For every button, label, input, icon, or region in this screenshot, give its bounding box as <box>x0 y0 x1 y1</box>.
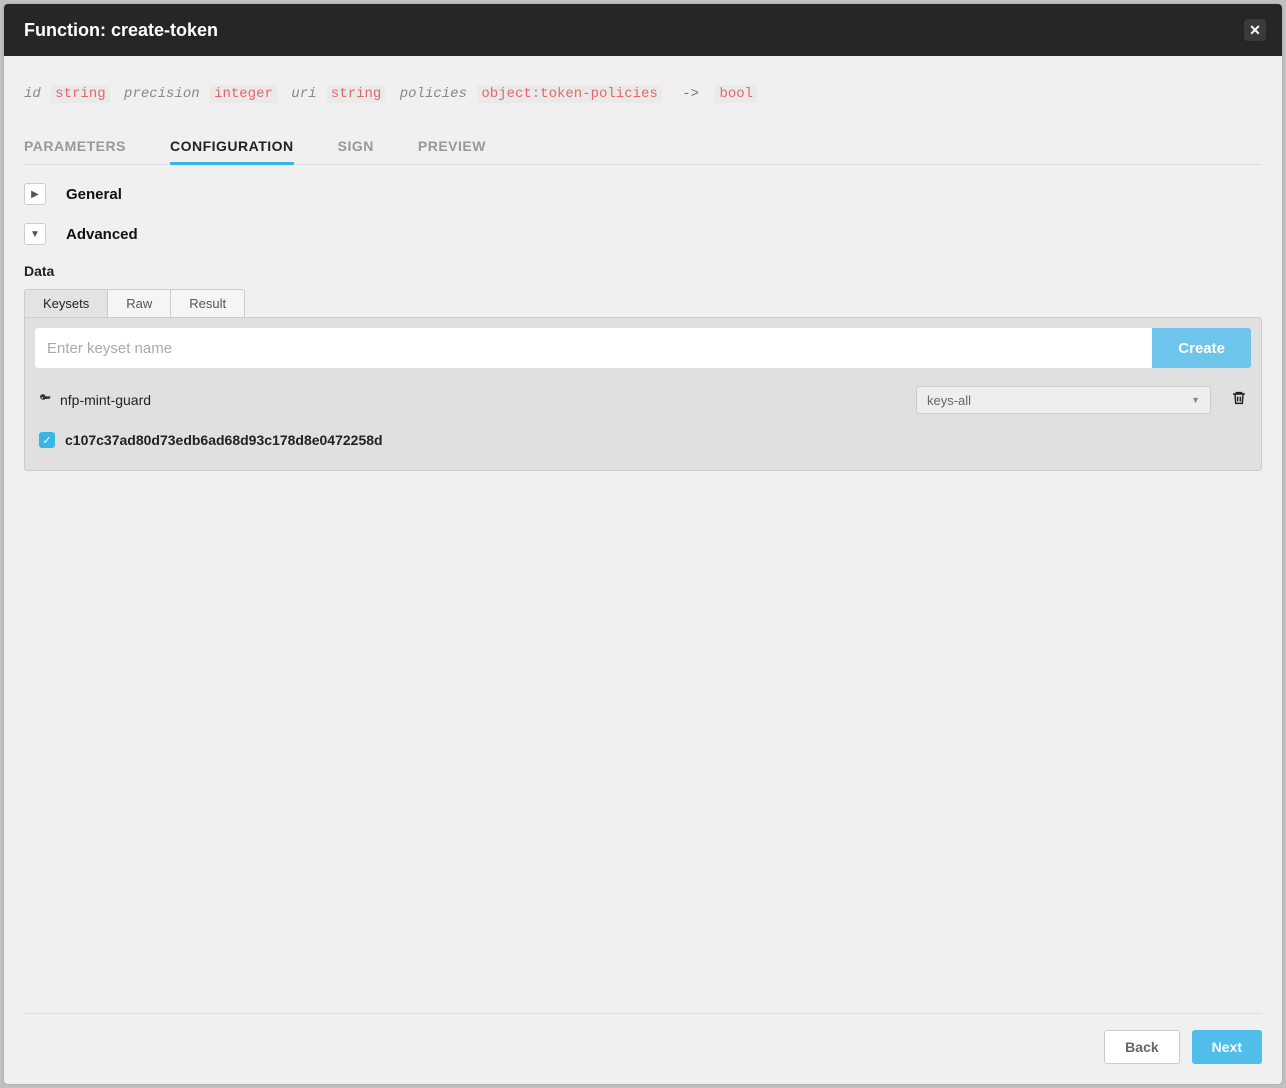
tab-configuration[interactable]: CONFIGURATION <box>170 132 294 164</box>
expand-toggle-advanced[interactable]: ▼ <box>24 223 46 245</box>
tab-preview[interactable]: PREVIEW <box>418 132 486 164</box>
key-hash: c107c37ad80d73edb6ad68d93c178d8e0472258d <box>65 432 383 448</box>
sig-param-name: id <box>24 86 41 102</box>
sig-param-name: policies <box>400 86 467 102</box>
key-checkbox[interactable]: ✓ <box>39 432 55 448</box>
check-icon: ✓ <box>42 434 51 447</box>
chevron-down-icon: ▼ <box>1191 395 1200 405</box>
predicate-value: keys-all <box>927 393 971 408</box>
function-signature: id string precision integer uri string p… <box>24 76 1262 132</box>
sig-param-name: uri <box>291 86 316 102</box>
keyset-row: nfp-mint-guard keys-all ▼ <box>35 386 1251 414</box>
keyset-name-input[interactable] <box>35 328 1152 368</box>
keyset-right: keys-all ▼ <box>916 386 1247 414</box>
tab-sign[interactable]: SIGN <box>338 132 374 164</box>
subtab-raw[interactable]: Raw <box>108 289 171 317</box>
keyset-left: nfp-mint-guard <box>39 392 151 408</box>
sig-param-type: string <box>327 85 385 103</box>
predicate-select[interactable]: keys-all ▼ <box>916 386 1211 414</box>
close-button[interactable]: ✕ <box>1244 19 1266 41</box>
modal-header: Function: create-token ✕ <box>4 4 1282 56</box>
data-panel: Create nfp-mint-guard keys-all ▼ <box>24 317 1262 471</box>
tab-parameters[interactable]: PARAMETERS <box>24 132 126 164</box>
modal-footer: Back Next <box>24 1013 1262 1064</box>
subtab-keysets[interactable]: Keysets <box>24 289 108 317</box>
sig-param-type: object:token-policies <box>477 85 661 103</box>
modal-title: Function: create-token <box>24 20 218 41</box>
section-general: ▶ General <box>24 183 1262 205</box>
sig-param-type: string <box>51 85 109 103</box>
data-subtabs: Keysets Raw Result <box>24 289 1262 317</box>
create-keyset-row: Create <box>35 328 1251 368</box>
sig-arrow: -> <box>682 86 699 102</box>
sig-param-type: integer <box>210 85 277 103</box>
modal-body: id string precision integer uri string p… <box>4 56 1282 1084</box>
trash-icon[interactable] <box>1231 390 1247 411</box>
expand-toggle-general[interactable]: ▶ <box>24 183 46 205</box>
section-title-advanced: Advanced <box>66 226 138 243</box>
create-button[interactable]: Create <box>1152 328 1251 368</box>
back-button[interactable]: Back <box>1104 1030 1179 1064</box>
key-icon <box>39 392 52 408</box>
data-label: Data <box>24 263 1262 279</box>
section-advanced: ▼ Advanced <box>24 223 1262 245</box>
keyset-name: nfp-mint-guard <box>60 392 151 408</box>
next-button[interactable]: Next <box>1192 1030 1262 1064</box>
section-title-general: General <box>66 186 122 203</box>
sig-param-name: precision <box>124 86 200 102</box>
function-modal: Function: create-token ✕ id string preci… <box>4 4 1282 1084</box>
main-tabs: PARAMETERS CONFIGURATION SIGN PREVIEW <box>24 132 1262 165</box>
close-icon: ✕ <box>1249 22 1261 39</box>
key-row: ✓ c107c37ad80d73edb6ad68d93c178d8e047225… <box>35 432 1251 460</box>
sig-return-type: bool <box>715 85 757 103</box>
chevron-right-icon: ▶ <box>31 189 39 200</box>
chevron-down-icon: ▼ <box>30 229 40 240</box>
subtab-result[interactable]: Result <box>171 289 245 317</box>
